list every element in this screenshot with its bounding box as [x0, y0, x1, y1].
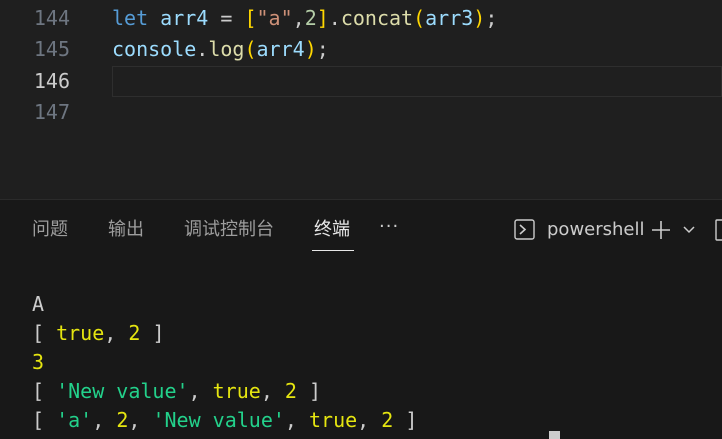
terminal-token: [ — [32, 408, 57, 432]
terminal-token: 2 — [381, 408, 394, 432]
terminal-token: , — [128, 408, 153, 432]
code-token: concat — [340, 6, 414, 30]
code-token: . — [328, 6, 341, 30]
split-terminal-icon[interactable] — [715, 219, 722, 241]
terminal-output-line: [ 'New value', true, 2 ] — [32, 377, 417, 406]
code-token: 2 — [304, 6, 317, 30]
terminal-token: true — [309, 408, 358, 432]
code-token: ( — [413, 6, 426, 30]
terminal-token: 'a' — [56, 408, 93, 432]
code-line[interactable]: 146 — [0, 66, 722, 97]
code-token: [ — [244, 6, 257, 30]
terminal-token: , — [92, 408, 117, 432]
ellipsis-icon[interactable]: ··· — [379, 216, 399, 237]
terminal-output-line: A — [32, 290, 417, 319]
tab-terminal[interactable]: 终端 — [314, 218, 350, 242]
code-line[interactable]: 145 console.log(arr4); — [0, 34, 722, 65]
line-number: 146 — [33, 69, 70, 93]
terminal-output-line: 3 — [32, 348, 417, 377]
terminal-token: 2 — [284, 379, 297, 403]
terminal-output-line: [ 'a', 2, 'New value', true, 2 ] — [32, 406, 417, 435]
plus-icon[interactable] — [651, 220, 671, 240]
code-token: ; — [316, 37, 329, 61]
line-number: 147 — [33, 100, 70, 124]
code-token: "a" — [256, 6, 293, 30]
code-token: arr4 — [256, 37, 305, 61]
terminal-icon[interactable] — [514, 219, 535, 240]
line-number: 145 — [33, 37, 70, 61]
panel-tab-bar: 问题 输出 调试控制台 终端 ··· powershell — [0, 200, 722, 260]
code-token: ) — [304, 37, 317, 61]
code-line[interactable]: 144 let arr4 = ["a",2].concat(arr3); — [0, 3, 722, 34]
terminal-cursor — [549, 431, 560, 439]
terminal-output-line: [ true, 2 ] — [32, 319, 417, 348]
line-number: 144 — [33, 6, 70, 30]
code-token: = — [208, 6, 245, 30]
terminal-token: 2 — [128, 321, 141, 345]
terminal-token: ] — [296, 379, 322, 403]
terminal-token: 3 — [32, 350, 45, 374]
terminal-token: , — [260, 379, 285, 403]
code-token: let — [112, 6, 149, 30]
tab-debug-console[interactable]: 调试控制台 — [184, 218, 274, 242]
code-editor[interactable]: 144 let arr4 = ["a",2].concat(arr3); 145 co… — [0, 0, 722, 199]
terminal-token: A — [32, 292, 45, 316]
terminal-token: 2 — [116, 408, 129, 432]
terminal-token: , — [188, 379, 213, 403]
tab-output[interactable]: 输出 — [108, 218, 144, 242]
code-token: ( — [244, 37, 257, 61]
terminal-token: true — [56, 321, 105, 345]
terminal-token: 'New value' — [56, 379, 189, 403]
code-token: ; — [485, 6, 498, 30]
terminal-token: ] — [393, 408, 418, 432]
terminal-token: , — [357, 408, 382, 432]
terminal-output[interactable]: A[ true, 2 ] 3[ 'New value', true, 2 ][ '… — [32, 290, 417, 435]
code-token: arr3 — [425, 6, 474, 30]
terminal-token: ] — [140, 321, 165, 345]
terminal-shell-label[interactable]: powershell — [547, 218, 645, 242]
terminal-token: true — [212, 379, 261, 403]
tab-problems[interactable]: 问题 — [32, 218, 68, 242]
code-text: let arr4 = ["a",2].concat(arr3); — [112, 3, 497, 34]
code-token: arr4 — [160, 6, 209, 30]
chevron-down-icon[interactable] — [682, 224, 696, 236]
code-token: ] — [316, 6, 329, 30]
active-tab-indicator — [312, 250, 354, 251]
code-token: ) — [473, 6, 486, 30]
terminal-token: [ — [32, 321, 57, 345]
terminal-token: , — [284, 408, 309, 432]
terminal-token: 'New value' — [152, 408, 285, 432]
terminal-token: , — [104, 321, 129, 345]
bottom-panel: 问题 输出 调试控制台 终端 ··· powershell A [ true, 2… — [0, 200, 722, 439]
terminal-token: [ — [32, 379, 57, 403]
code-token: console — [112, 37, 197, 61]
code-text: console.log(arr4); — [112, 34, 329, 65]
code-token: , — [292, 6, 305, 30]
code-token: . — [196, 37, 209, 61]
code-token: log — [208, 37, 245, 61]
current-line-highlight — [112, 66, 722, 97]
code-line[interactable]: 147 — [0, 97, 722, 128]
